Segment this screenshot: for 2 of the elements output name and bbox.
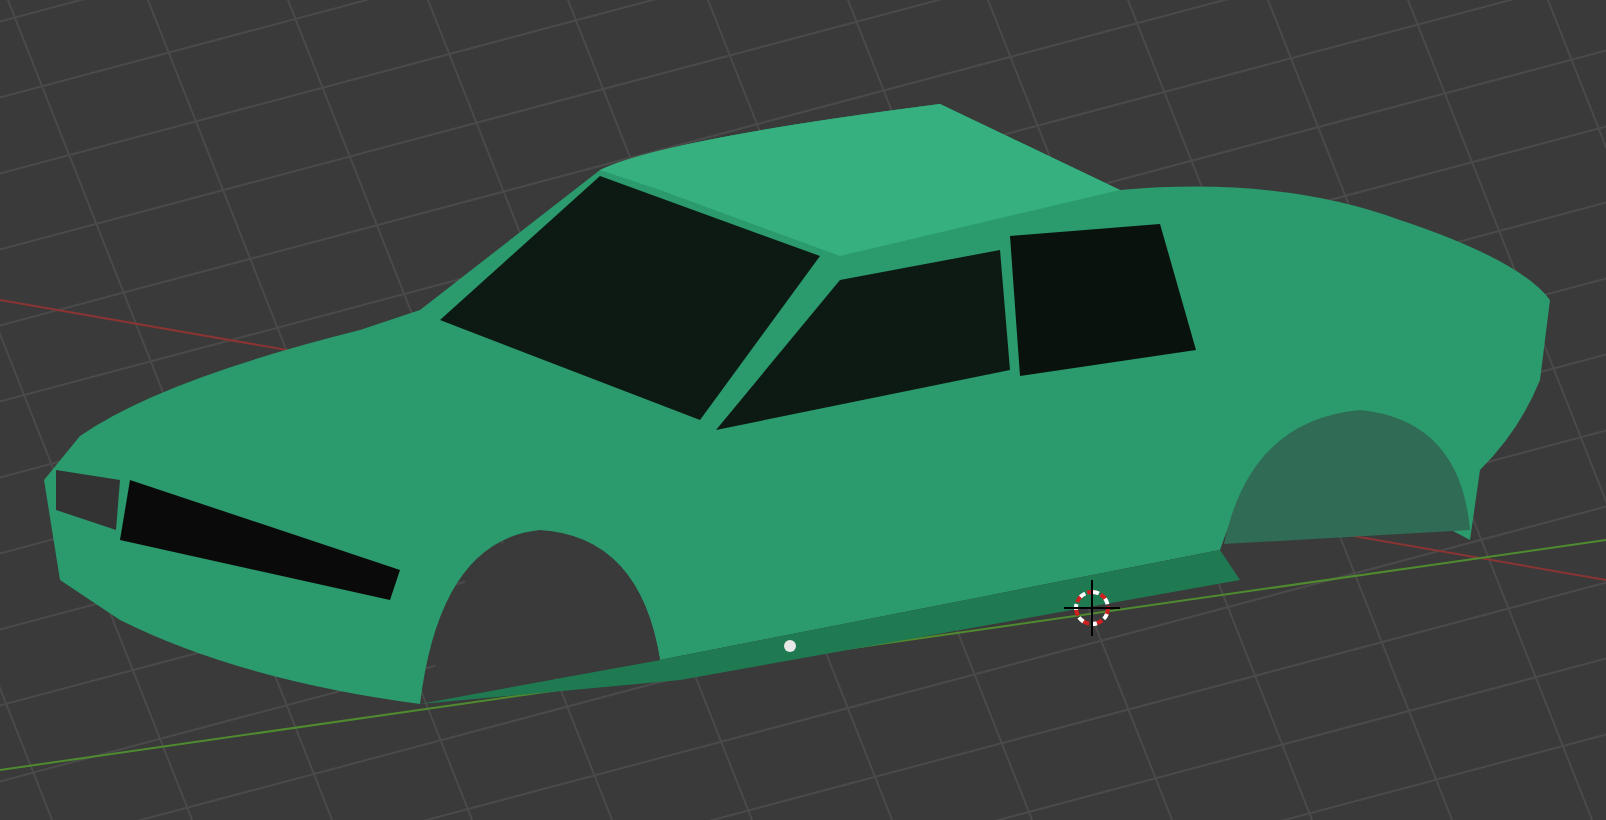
cursor-icon[interactable] [1063, 579, 1121, 637]
viewport[interactable] [0, 0, 1606, 820]
